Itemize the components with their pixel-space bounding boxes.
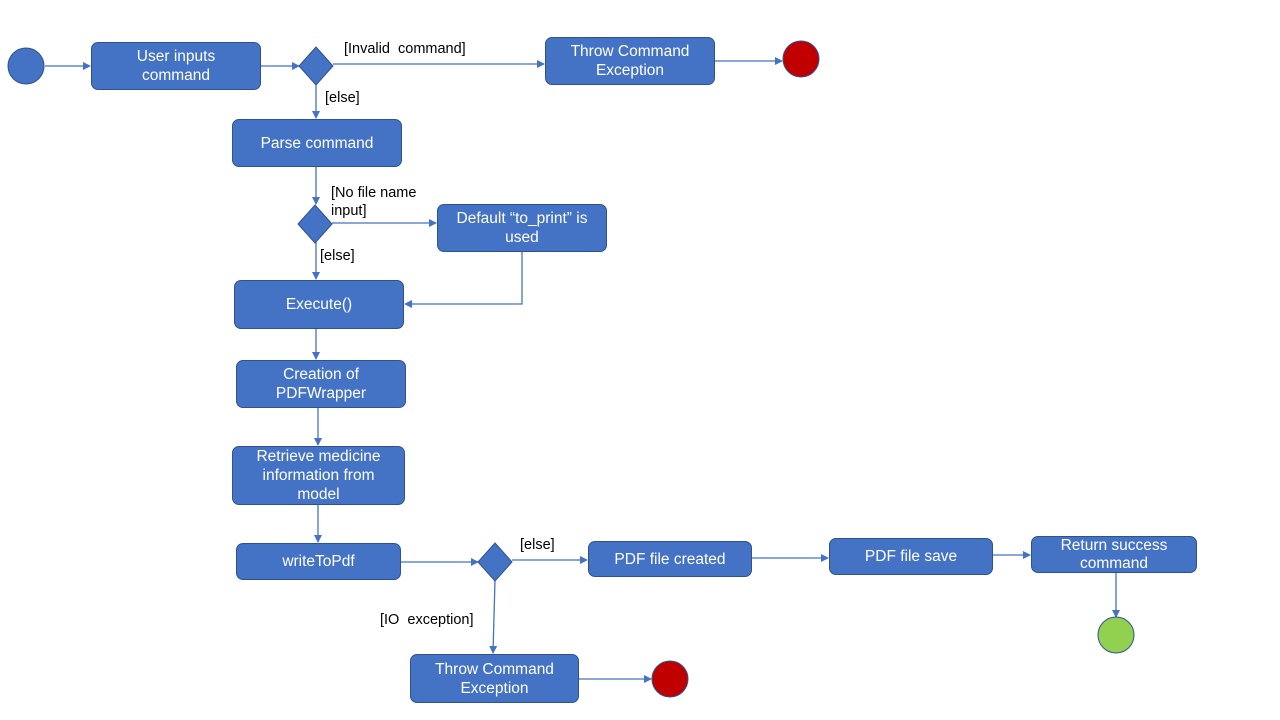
action-parse-command: Parse command	[232, 119, 402, 167]
decision-file-name	[297, 204, 333, 244]
action-return-success-command: Return success command	[1031, 536, 1197, 573]
guard-else-parse: [else]	[325, 90, 360, 106]
action-retrieve-medicine-info: Retrieve medicine information from model	[232, 446, 405, 505]
action-throw-exception-bottom: Throw Command Exception	[410, 654, 579, 703]
guard-io-exception: [IO exception]	[380, 612, 474, 628]
start-node	[7, 47, 45, 85]
diagram-canvas	[7, 40, 1135, 698]
decision-io-exception	[477, 542, 513, 582]
action-execute: Execute()	[234, 280, 404, 329]
edge-decision3-to-throw	[489, 579, 498, 654]
guard-no-file-name-input: [No file name input]	[331, 185, 417, 219]
action-throw-exception-top: Throw Command Exception	[545, 37, 715, 85]
action-creation-of-pdfwrapper: Creation of PDFWrapper	[236, 360, 406, 408]
guard-else-execute: [else]	[320, 248, 355, 264]
guard-invalid-command: [Invalid command]	[344, 41, 466, 57]
end-node-error-bottom	[651, 660, 689, 698]
end-node-error-top	[782, 40, 820, 78]
decision-invalid-command	[298, 46, 334, 86]
edge-default-to-execute	[404, 252, 523, 308]
guard-else-pdf-created: [else]	[520, 537, 555, 553]
action-pdf-file-save: PDF file save	[829, 538, 993, 575]
end-node-success	[1097, 616, 1135, 654]
action-pdf-file-created: PDF file created	[588, 541, 752, 577]
action-default-to-print: Default “to_print” is used	[437, 204, 607, 252]
action-user-inputs-command: User inputs command	[91, 42, 261, 90]
action-write-to-pdf: writeToPdf	[236, 543, 401, 580]
